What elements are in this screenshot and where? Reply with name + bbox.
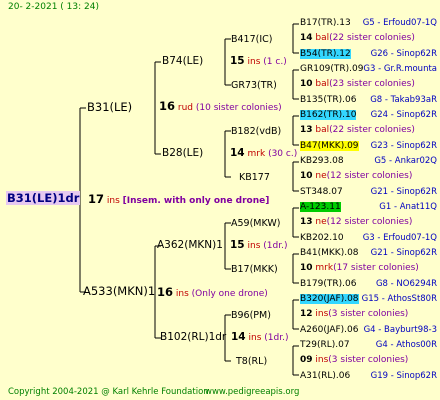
- footer-copyright: Copyright 2004-2021 @ Karl Kehrle Founda…: [8, 387, 209, 397]
- header-date: 20- 2-2021 ( 13: 24): [8, 2, 99, 12]
- root-ins: ins: [106, 196, 120, 206]
- gen3-node-0[interactable]: B74(LE): [162, 56, 203, 67]
- gen5-ancestor[interactable]: KB293.08: [300, 156, 344, 167]
- gen3-node-3[interactable]: B102(RL)1dr: [160, 332, 226, 343]
- gen5-ancestor[interactable]: GR109(TR).09: [300, 64, 364, 75]
- gen4-node-3[interactable]: KB177: [239, 172, 270, 183]
- gen5-info: 09 ins(3 sister colonies): [300, 355, 409, 366]
- gen5-info: 13 ne(12 sister colonies): [300, 217, 413, 228]
- root-note: [Insem. with only one drone]: [122, 196, 270, 206]
- gen4-node-1[interactable]: GR73(TR): [231, 80, 277, 91]
- gen5-info: 14 bal(22 sister colonies): [300, 33, 415, 44]
- gen5-ancestor[interactable]: KB202.10: [300, 233, 344, 244]
- gen5-origin: G19 - Sinop62R: [370, 370, 437, 381]
- gen5-info: 10 ne(12 sister colonies): [300, 171, 413, 182]
- gen4-node-5[interactable]: B17(MKK): [231, 264, 278, 275]
- root-info: 17 ins [Insem. with only one drone]: [88, 192, 270, 207]
- gen5-origin: G8 - Takab93aR: [370, 94, 437, 105]
- gen5-info: 10 bal(23 sister colonies): [300, 79, 415, 90]
- root-year: 17: [88, 192, 105, 206]
- gen5-origin: G3 - Erfoud07-1Q: [362, 232, 437, 243]
- gen5-ancestor[interactable]: B162(TR).10: [300, 109, 357, 121]
- gen3-info-0: 15 ins (1 c.): [230, 55, 287, 68]
- gen4-node-0[interactable]: B417(IC): [231, 34, 273, 45]
- gen2-node-1[interactable]: A533(MKN)1: [83, 285, 155, 297]
- gen5-origin: G5 - Ankar02Q: [374, 155, 437, 166]
- gen3-info-3: 14 ins (1dr.): [231, 331, 289, 344]
- gen2-info-1: 16 ins (Only one drone): [157, 285, 268, 299]
- gen4-node-2[interactable]: B182(vdB): [231, 126, 281, 137]
- gen4-node-4[interactable]: A59(MKW): [231, 218, 280, 229]
- gen5-ancestor[interactable]: B320(JAF).08: [300, 293, 359, 305]
- gen5-ancestor[interactable]: B41(MKK).08: [300, 248, 359, 259]
- gen5-origin: G24 - Sinop62R: [370, 109, 437, 120]
- gen3-node-2[interactable]: A362(MKN)1: [157, 240, 223, 251]
- gen5-origin: G4 - Athos00R: [375, 339, 437, 350]
- gen4-node-6[interactable]: B96(PM): [231, 310, 271, 321]
- gen5-origin: G8 - NO6294R: [375, 278, 437, 289]
- gen5-ancestor[interactable]: B179(TR).06: [300, 279, 356, 290]
- gen3-info-1: 14 mrk (30 c.): [230, 147, 298, 160]
- root-node[interactable]: B31(LE)1dr: [6, 191, 81, 206]
- gen5-ancestor[interactable]: B54(TR).12: [300, 48, 351, 60]
- gen3-info-2: 15 ins (1dr.): [230, 239, 288, 252]
- gen5-origin: G4 - Bayburt98-3: [363, 324, 437, 335]
- gen5-info: 12 ins(3 sister colonies): [300, 309, 409, 320]
- gen5-origin: G21 - Sinop62R: [370, 247, 437, 258]
- footer-site-link[interactable]: www.pedigreeapis.org: [205, 387, 299, 398]
- gen5-origin: G23 - Sinop62R: [370, 140, 437, 151]
- gen2-info-0: 16 rud (10 sister colonies): [159, 99, 282, 113]
- gen5-info: 13 bal(22 sister colonies): [300, 125, 415, 136]
- gen5-ancestor[interactable]: B47(MKK).09: [300, 140, 359, 152]
- gen5-origin: G26 - Sinop62R: [370, 48, 437, 59]
- gen5-origin: G15 - AthosSt80R: [361, 293, 437, 304]
- gen5-origin: G1 - Anat11Q: [379, 201, 437, 212]
- gen5-origin: G5 - Erfoud07-1Q: [362, 18, 437, 28]
- gen2-node-0[interactable]: B31(LE): [87, 101, 132, 113]
- gen5-origin: G21 - Sinop62R: [370, 186, 437, 197]
- gen5-ancestor[interactable]: A260(JAF).06: [300, 325, 359, 336]
- gen4-node-7[interactable]: T8(RL): [236, 356, 267, 367]
- gen5-ancestor[interactable]: A-123.11: [300, 201, 341, 213]
- root-name: B31(LE)1dr: [6, 191, 81, 205]
- gen5-ancestor[interactable]: B17(TR).13: [300, 18, 351, 29]
- gen5-origin: G3 - Gr.R.mounta: [363, 63, 437, 74]
- gen5-info: 10 mrk(17 sister colonies): [300, 263, 419, 274]
- gen5-ancestor[interactable]: A31(RL).06: [300, 371, 350, 382]
- gen3-node-1[interactable]: B28(LE): [162, 148, 203, 159]
- gen5-ancestor[interactable]: ST348.07: [300, 187, 343, 198]
- gen5-ancestor[interactable]: T29(RL).07: [300, 340, 350, 351]
- gen5-ancestor[interactable]: B135(TR).06: [300, 95, 356, 106]
